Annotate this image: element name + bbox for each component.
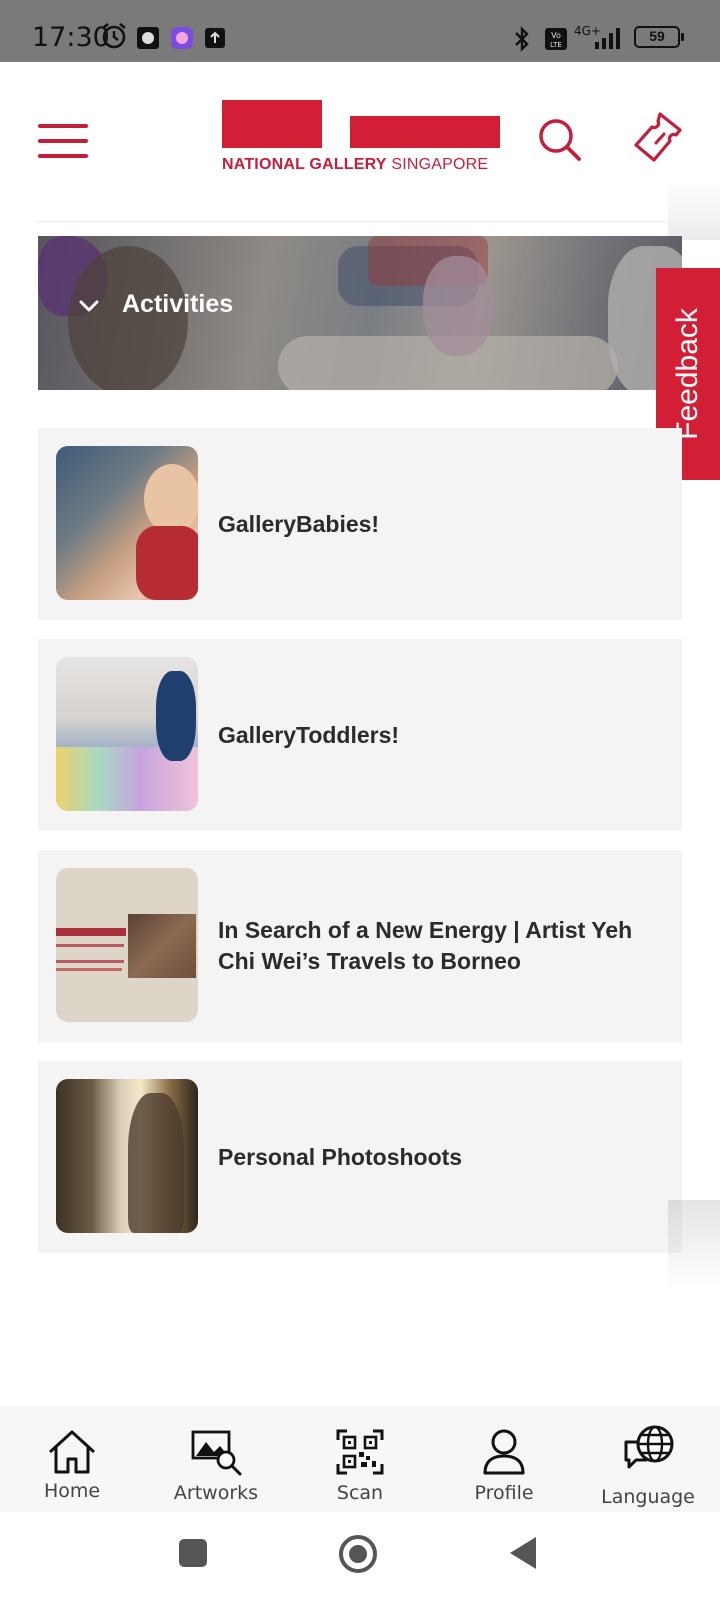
alarm-icon	[102, 22, 126, 49]
status-bar: 17:30 Vo LTE 4G+ 59	[0, 0, 720, 62]
svg-text:LTE: LTE	[550, 41, 562, 49]
volte-icon: Vo LTE	[545, 28, 567, 50]
toddlers-photo	[56, 657, 198, 811]
app-header: NATIONAL GALLERY SINGAPORE	[0, 62, 720, 222]
photo-shape	[136, 526, 198, 600]
activity-card[interactable]: Personal Photoshoots	[38, 1061, 682, 1253]
screen: { "status_bar": { "time": "17:30", "batt…	[0, 0, 720, 1600]
artworks-icon	[191, 1430, 242, 1476]
activity-card[interactable]: GalleryToddlers!	[38, 639, 682, 831]
chevron-down-icon[interactable]	[78, 298, 100, 314]
bluetooth-icon	[515, 26, 529, 52]
recents-icon[interactable]	[178, 1538, 208, 1568]
nav-language[interactable]: Language	[576, 1406, 720, 1512]
photo-shape	[156, 671, 196, 761]
menu-button[interactable]	[38, 124, 88, 158]
nav-home[interactable]: Home	[0, 1406, 144, 1512]
logo-block	[350, 116, 500, 148]
poster-shape	[56, 928, 126, 936]
activities-banner[interactable]: Activities	[38, 236, 682, 390]
activity-card[interactable]: GalleryBabies!	[38, 428, 682, 620]
svg-text:Vo: Vo	[551, 31, 561, 40]
lazada-icon	[171, 27, 193, 49]
back-icon[interactable]	[508, 1536, 538, 1570]
nav-label: Scan	[336, 1482, 384, 1504]
photoshoot-photo	[56, 1079, 198, 1233]
card-title: Personal Photoshoots	[218, 1143, 463, 1170]
menu-line-icon	[38, 139, 88, 143]
nav-label: Home	[43, 1480, 101, 1502]
poster-shape	[56, 944, 124, 947]
search-icon[interactable]	[536, 116, 584, 164]
menu-line-icon	[38, 124, 88, 128]
nav-label: Profile	[474, 1482, 534, 1504]
app-notification-icon	[137, 27, 159, 49]
card-title: In Search of a New Energy | Artist Yeh C…	[218, 917, 633, 974]
activity-card[interactable]: In Search of a New Energy | Artist Yeh C…	[38, 850, 682, 1042]
ticket-icon[interactable]	[632, 110, 684, 164]
nav-profile[interactable]: Profile	[432, 1406, 576, 1512]
header-divider	[36, 221, 668, 222]
poster-painting	[128, 914, 196, 978]
babies-photo	[56, 446, 198, 600]
language-icon	[624, 1425, 674, 1469]
banner-title: Activities	[122, 290, 234, 318]
battery-indicator: 59	[634, 26, 684, 48]
status-time: 17:30	[32, 22, 110, 53]
feedback-label: Feedback	[671, 308, 704, 440]
poster-shape	[56, 968, 122, 971]
poster-shape	[56, 960, 124, 963]
nav-artworks[interactable]: Artworks	[144, 1406, 288, 1512]
photo-shape	[144, 464, 198, 534]
photo-shape	[128, 1093, 184, 1233]
nav-label: Language	[601, 1486, 695, 1508]
logo-text: NATIONAL GALLERY SINGAPORE	[222, 156, 489, 173]
qr-scan-icon	[336, 1429, 384, 1475]
menu-line-icon	[38, 154, 88, 158]
gallery-logo[interactable]: NATIONAL GALLERY SINGAPORE	[222, 100, 502, 180]
nav-label: Artworks	[173, 1482, 259, 1504]
exhibition-poster	[56, 868, 198, 1022]
nav-scan[interactable]: Scan	[288, 1406, 432, 1512]
profile-icon	[483, 1429, 525, 1475]
side-shadow	[668, 1200, 720, 1290]
system-navigation-bar	[0, 1512, 720, 1600]
home-circle-icon[interactable]	[338, 1534, 378, 1574]
card-title: GalleryToddlers!	[218, 721, 400, 748]
logo-block	[222, 100, 322, 148]
card-title: GalleryBabies!	[218, 510, 380, 537]
bottom-navigation: Home Artworks Scan Profile Language	[0, 1406, 720, 1512]
signal-icon	[595, 28, 620, 49]
side-shadow	[668, 180, 720, 240]
home-icon	[48, 1430, 96, 1474]
upload-icon	[205, 28, 225, 48]
